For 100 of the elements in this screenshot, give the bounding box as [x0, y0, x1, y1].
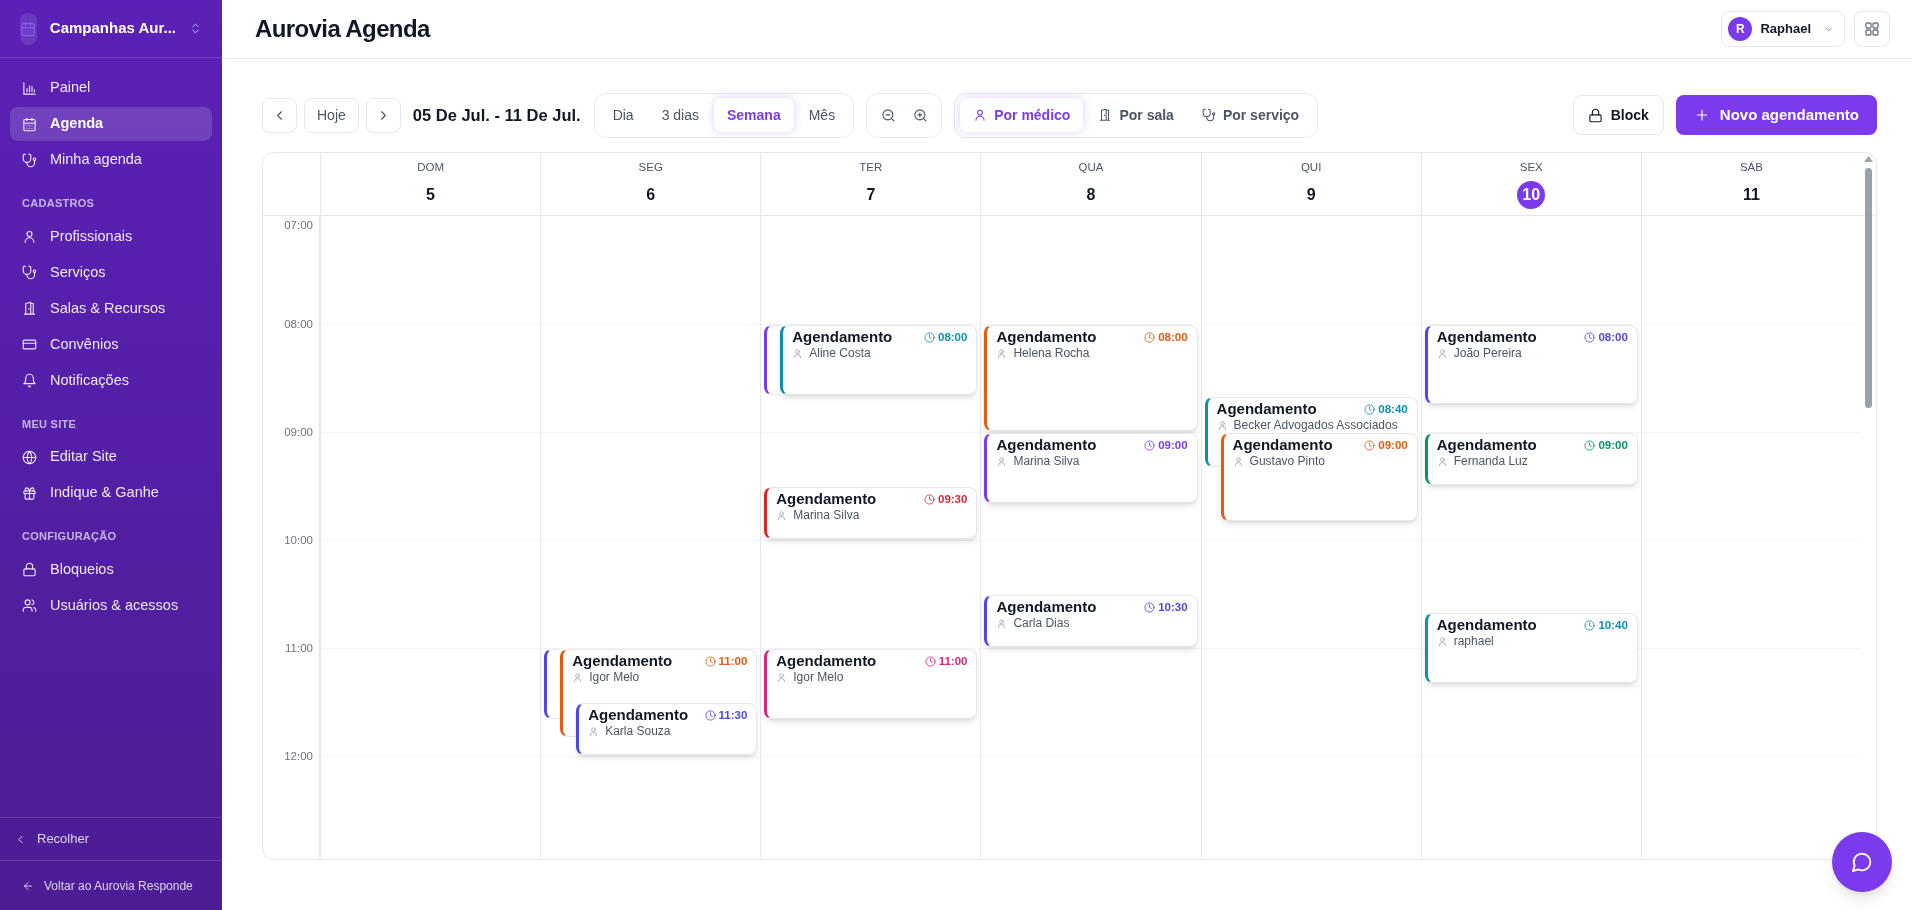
block-button[interactable]: Block — [1572, 95, 1664, 135]
appointment-title: Agendamento — [792, 328, 893, 346]
chat-button[interactable] — [1832, 832, 1892, 892]
appointment-time: 08:40 — [1364, 400, 1408, 418]
appointment-card[interactable]: Agendamento 10:30 Carla Dias — [984, 595, 1198, 647]
sidebar-item[interactable]: Serviços — [10, 255, 212, 290]
appointment-time: 11:00 — [924, 652, 968, 670]
group-by-tab[interactable]: Por sala — [1085, 98, 1187, 132]
patient-name: Becker Advogados Associados — [1233, 418, 1398, 433]
appointment-card[interactable]: Agendamento 09:00 Fernanda Luz — [1424, 433, 1638, 485]
appointment-time: 08:00 — [1584, 328, 1628, 346]
day-number[interactable]: 7 — [856, 180, 885, 209]
door-icon — [22, 301, 37, 316]
clock-icon — [1364, 403, 1376, 415]
hour-label: 08:00 — [284, 317, 313, 332]
appointment-card[interactable]: Agendamento 09:00 Marina Silva — [984, 433, 1198, 503]
appointment-card[interactable]: Agendamento 10:40 raphael — [1424, 613, 1638, 683]
date-range: 05 De Jul. - 11 De Jul. — [412, 104, 581, 126]
appointment-time: 08:00 — [1144, 328, 1188, 346]
day-number[interactable]: 5 — [416, 180, 445, 209]
day-number[interactable]: 9 — [1297, 180, 1326, 209]
person-icon — [1436, 348, 1448, 359]
appointment-card-edge[interactable] — [764, 325, 781, 395]
person-icon — [22, 229, 37, 244]
person-icon — [1232, 456, 1244, 467]
section-heading: MEU SITE — [21, 416, 78, 432]
hour-label: 11:00 — [285, 641, 313, 656]
appointment-time: 10:40 — [1584, 616, 1628, 634]
person-icon — [996, 348, 1008, 359]
clock-icon — [924, 331, 935, 343]
sidebar-item[interactable]: Convênios — [10, 327, 212, 362]
weekday-label: SEX — [1519, 160, 1543, 176]
section-heading: CADASTROS — [21, 196, 96, 211]
sidebar-item[interactable]: Agenda — [10, 107, 212, 141]
patient-name: Karla Souza — [605, 724, 671, 739]
group-by-tab[interactable]: Por serviço — [1188, 98, 1313, 132]
sidebar-item[interactable]: Usuários & acessos — [10, 588, 212, 623]
day-number[interactable]: 8 — [1077, 180, 1105, 209]
section-heading: CONFIGURAÇÃO — [21, 529, 118, 544]
clock-icon — [1584, 439, 1596, 451]
switcher-icon[interactable] — [189, 22, 202, 35]
appointment-card[interactable]: Agendamento 09:30 Marina Silva — [764, 487, 978, 539]
day-number[interactable]: 11 — [1737, 180, 1766, 209]
appointment-title: Agendamento — [1436, 436, 1537, 454]
sidebar-item[interactable]: Bloqueios — [10, 552, 212, 587]
sidebar-item[interactable]: Minha agenda — [10, 143, 212, 177]
apps-grid-icon[interactable] — [1854, 11, 1890, 47]
person-icon — [572, 672, 584, 683]
appointment-card[interactable]: Agendamento 09:00 Gustavo Pinto — [1220, 433, 1418, 521]
scrollbar-thumb[interactable] — [1865, 168, 1872, 408]
appointment-card[interactable]: Agendamento 11:30 Karla Souza — [576, 703, 758, 755]
view-tab[interactable]: Dia — [599, 98, 647, 132]
sidebar-item[interactable]: Profissionais — [10, 219, 212, 254]
avatar: R — [1728, 17, 1753, 41]
patient-name: Gustavo Pinto — [1249, 454, 1325, 469]
globe-icon — [22, 449, 37, 465]
sidebar-item[interactable]: Notificações — [10, 363, 212, 398]
appointment-title: Agendamento — [588, 706, 689, 724]
door-icon — [1098, 108, 1113, 122]
day-number[interactable]: 6 — [636, 180, 665, 209]
bell-icon — [22, 373, 37, 388]
today-button[interactable]: Hoje — [304, 97, 359, 133]
sidebar-item[interactable]: Editar Site — [10, 440, 212, 474]
appointment-title: Agendamento — [1436, 328, 1537, 346]
collapse-link[interactable]: Recolher — [14, 829, 90, 849]
appointment-card[interactable]: Agendamento 08:40 Becker Advogados Associados — [1204, 397, 1418, 433]
sidebar-item[interactable]: Salas & Recursos — [10, 291, 212, 326]
appointment-time: 10:30 — [1144, 598, 1188, 616]
appointment-card-edge[interactable] — [544, 649, 561, 719]
sidebar-item[interactable]: Painel — [10, 71, 212, 105]
appointment-time: 09:00 — [1144, 436, 1188, 454]
brand-name[interactable]: Campanhas Aur... — [49, 17, 176, 40]
people-icon — [22, 598, 37, 613]
appointment-card[interactable]: Agendamento 08:00 João Pereira — [1424, 325, 1638, 404]
weekday-label: TER — [859, 160, 883, 176]
weekday-label: QUA — [1078, 160, 1104, 176]
appointment-card[interactable]: Agendamento 08:00 Helena Rocha — [984, 325, 1198, 431]
scroll-up-icon[interactable] — [1864, 156, 1873, 162]
back-link[interactable]: Voltar ao Aurovia Responde — [22, 876, 193, 895]
new-appointment-button[interactable]: Novo agendamento — [1675, 95, 1877, 135]
stethoscope-icon — [22, 265, 37, 280]
appointment-card[interactable]: Agendamento 11:00 Igor Melo — [560, 649, 758, 703]
sidebar-item[interactable]: Indique & Ganhe — [10, 476, 212, 510]
chat-bubble-icon — [1851, 851, 1873, 873]
appointment-card-edge[interactable] — [1204, 432, 1221, 467]
weekday-label: SÁB — [1739, 160, 1763, 176]
day-number[interactable]: 10 — [1517, 180, 1546, 209]
view-tab[interactable]: Semana — [714, 98, 794, 132]
appointment-card[interactable]: Agendamento 08:00 Aline Costa — [780, 325, 978, 395]
view-tab[interactable]: Mês — [795, 98, 849, 132]
view-tab[interactable]: 3 dias — [648, 98, 712, 132]
hour-label: 10:00 — [284, 533, 313, 548]
appointment-card[interactable]: Agendamento 11:00 Igor Melo — [764, 649, 978, 719]
group-by-tab[interactable]: Por médico — [960, 98, 1084, 132]
appointment-card-edge[interactable] — [560, 702, 577, 737]
person-icon — [1436, 636, 1448, 647]
user-menu[interactable]: R Raphael — [1721, 11, 1845, 47]
person-icon — [996, 456, 1008, 467]
lock-icon — [22, 562, 37, 577]
person-icon — [973, 108, 988, 122]
